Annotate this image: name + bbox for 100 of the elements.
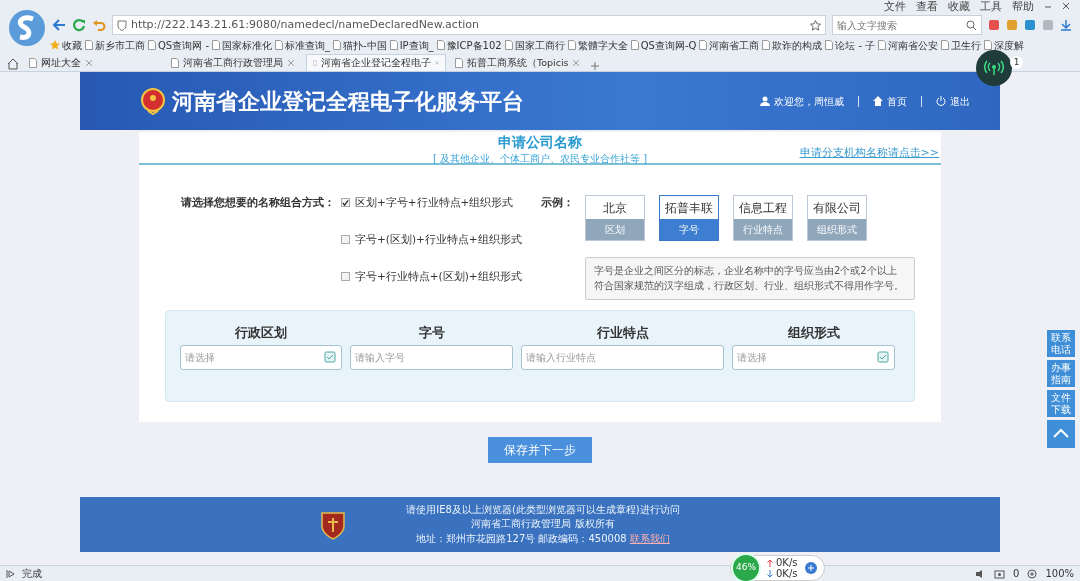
extension-icon[interactable] — [1042, 19, 1054, 31]
menu-item[interactable]: 帮助 — [1012, 0, 1034, 13]
welcome-text: 欢迎您，周恒威 — [774, 94, 844, 109]
example-word: 北京 — [602, 199, 628, 217]
input-field[interactable]: 请输入行业特点 — [521, 345, 724, 370]
example-part: 区划 — [586, 219, 644, 240]
refresh-icon[interactable] — [72, 18, 86, 32]
power-icon — [936, 96, 946, 106]
combination-option[interactable]: 字号+行业特点+(区划)+组织形式 — [341, 268, 541, 285]
bookmark[interactable]: QS查询网-Q — [630, 37, 697, 53]
combination-label: 请选择您想要的名称组合方式： — [181, 195, 336, 211]
search-field[interactable]: 输入文字搜索 — [832, 15, 982, 35]
page-icon — [878, 40, 887, 50]
page-icon — [389, 40, 398, 50]
footer-text: 请使用IE8及以上浏览器(此类型浏览器可以生成章程)进行访问 — [406, 502, 680, 517]
search-icon[interactable] — [966, 20, 977, 31]
bookmark[interactable]: 河南省公安 — [878, 37, 939, 53]
block-count: 0 — [1013, 567, 1020, 581]
subheading: [ 及其他企业、个体工商户、农民专业合作社等 ] — [432, 152, 648, 164]
bookmark[interactable]: 论坛 - 子 — [825, 37, 876, 53]
select-field[interactable]: 请选择 — [180, 345, 342, 370]
memory-meter: 46% — [731, 553, 761, 581]
bookmark[interactable]: QS查询网 - — [148, 37, 209, 53]
field-label: 行业特点 — [596, 325, 649, 340]
example-card[interactable]: 有限公司 组织形式 — [807, 195, 867, 241]
shield-icon — [320, 509, 347, 540]
extension-icon[interactable] — [1006, 19, 1018, 31]
menu-item[interactable]: 查看 — [916, 0, 938, 13]
browser-tab[interactable]: 河南省工商行政管理局 — [164, 54, 304, 71]
browser-tab[interactable]: 拓普工商系统（Topicis — [448, 54, 588, 71]
bookmark[interactable]: 国家工商行 — [504, 37, 565, 53]
page-icon — [333, 40, 341, 50]
checkbox[interactable] — [341, 271, 350, 281]
star-icon[interactable] — [810, 19, 821, 31]
page-icon — [984, 40, 993, 50]
example-card[interactable]: 拓普丰联 字号 — [659, 195, 719, 241]
edit-icon[interactable] — [324, 351, 336, 363]
bookmark[interactable]: 新乡市工商 — [85, 37, 145, 53]
example-part: 字号 — [660, 219, 718, 240]
page-icon — [275, 40, 283, 50]
close-icon[interactable] — [1062, 0, 1070, 12]
status-text: 完成 — [22, 567, 42, 581]
example-part: 组织形式 — [808, 219, 866, 240]
checkbox[interactable] — [341, 235, 350, 245]
download-arrow-icon — [767, 569, 773, 578]
address-bar[interactable]: http://222.143.21.61:9080/namedecl/nameDeclaredNew.action — [112, 15, 826, 35]
home-icon[interactable] — [6, 57, 20, 71]
page-heading: 申请公司名称 — [497, 133, 583, 151]
undo-icon[interactable] — [92, 18, 106, 32]
extension-icon[interactable] — [988, 19, 1000, 31]
back-icon[interactable] — [52, 18, 66, 32]
menu-item[interactable]: 文件 — [884, 0, 906, 13]
field-label: 组织形式 — [787, 325, 840, 340]
extension-icon[interactable] — [1024, 19, 1036, 31]
browser-logo[interactable] — [8, 9, 46, 47]
example-card[interactable]: 信息工程 行业特点 — [733, 195, 793, 241]
page-icon — [762, 40, 771, 50]
bookmark[interactable]: 深度解 — [984, 37, 1025, 53]
camera-icon[interactable] — [994, 568, 1006, 579]
browser-tab[interactable]: 网址大全 — [22, 54, 162, 71]
page-icon — [699, 40, 708, 50]
bookmark[interactable]: 猫扑-中国 — [333, 37, 387, 53]
user-icon — [760, 96, 770, 106]
page-icon — [212, 40, 220, 50]
browser-tab[interactable]: 河南省企业登记全程电子 — [306, 54, 446, 71]
download-icon[interactable] — [1060, 19, 1072, 31]
nav-link[interactable]: 首页 — [887, 93, 907, 109]
bookmark[interactable]: IP查询_ — [389, 37, 434, 53]
menu-item[interactable]: 收藏 — [948, 0, 970, 13]
bookmark[interactable]: 繁體字大全 — [567, 37, 628, 53]
example-word: 有限公司 — [812, 199, 862, 217]
new-tab-icon[interactable] — [590, 61, 600, 71]
combination-option[interactable]: 区划+字号+行业特点+组织形式 — [341, 195, 541, 211]
edit-icon[interactable] — [877, 351, 889, 363]
page-icon — [29, 58, 37, 68]
page-icon — [504, 40, 513, 50]
example-card[interactable]: 北京 区划 — [585, 195, 645, 241]
input-field[interactable]: 请输入字号 — [350, 345, 513, 370]
example-part: 行业特点 — [734, 219, 792, 240]
page-icon — [941, 40, 950, 50]
download-speed: 0K/s — [776, 568, 798, 579]
bookmark[interactable]: 豫ICP备102 — [436, 37, 502, 53]
home-icon — [873, 96, 883, 106]
sidebar-icon[interactable] — [6, 568, 16, 579]
bookmark[interactable]: 标准查询_ — [275, 37, 330, 53]
bookmark[interactable]: 国家标准化 — [212, 37, 272, 53]
combination-option[interactable]: 字号+(区划)+行业特点+组织形式 — [341, 231, 541, 248]
nav-link[interactable]: 退出 — [950, 93, 970, 109]
checkbox[interactable] — [341, 198, 350, 208]
menu-item[interactable]: 工具 — [980, 0, 1002, 13]
site-title: 河南省企业登记全程电子化服务平台 — [172, 87, 524, 116]
network-icon[interactable] — [976, 50, 1012, 86]
favorites-button[interactable]: 收藏 — [50, 37, 82, 53]
bookmark[interactable]: 欺诈的构成 — [762, 37, 823, 53]
select-field[interactable]: 请选择 — [732, 345, 895, 370]
emblem-icon — [140, 87, 166, 115]
bookmark[interactable]: 卫生行 — [941, 37, 982, 53]
bookmark[interactable]: 河南省工商 — [699, 37, 760, 53]
page-icon — [171, 58, 179, 68]
up-icon[interactable] — [1047, 420, 1075, 448]
